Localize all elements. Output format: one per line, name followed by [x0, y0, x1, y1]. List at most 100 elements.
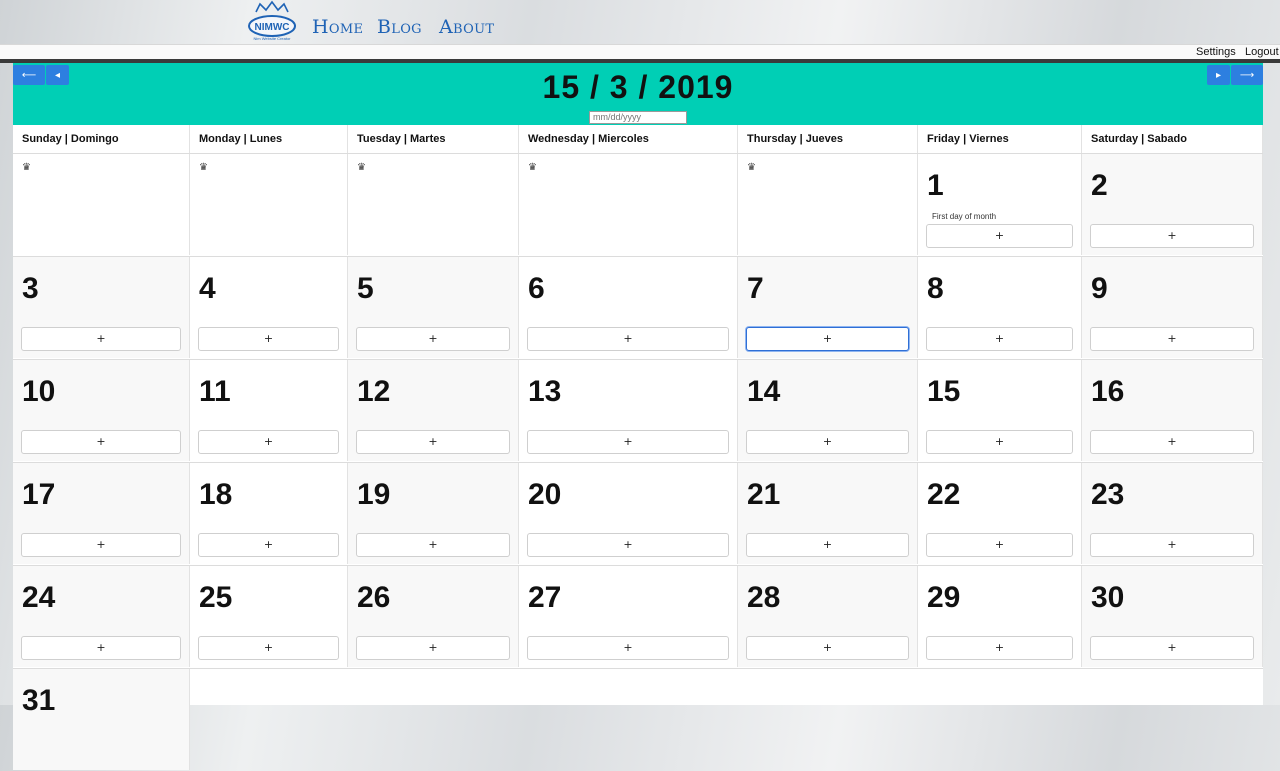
add-event-button[interactable]: + [1090, 533, 1254, 557]
next-year-button[interactable]: ⟶ [1231, 65, 1263, 85]
day-cell: 20 + [519, 463, 738, 564]
day-cell: 19 + [348, 463, 519, 564]
add-event-button[interactable]: + [1090, 430, 1254, 454]
day-number: 3 [22, 272, 39, 305]
day-number: 9 [1091, 272, 1108, 305]
nimwc-logo[interactable]: NIMWC Nim Website Creator [246, 0, 298, 42]
day-cell: 31 [13, 669, 190, 770]
week-row: ♛ ♛ ♛ ♛ ♛ 1 First day of month +2 + [13, 154, 1263, 257]
add-event-button[interactable]: + [21, 430, 181, 454]
add-event-button[interactable]: + [198, 327, 339, 351]
add-event-button[interactable]: + [1090, 636, 1254, 660]
day-number: 4 [199, 272, 216, 305]
utility-bar: Settings Logout [0, 44, 1280, 60]
weekday-label: Friday | Viernes [918, 125, 1082, 153]
weekday-label: Thursday | Jueves [738, 125, 918, 153]
day-cell: 24 + [13, 566, 190, 667]
day-cell: 12 + [348, 360, 519, 461]
day-number: 24 [22, 581, 56, 614]
day-cell: 21 + [738, 463, 918, 564]
day-number: 19 [357, 478, 391, 511]
add-event-button[interactable]: + [746, 327, 909, 351]
day-number: 21 [747, 478, 781, 511]
add-event-button[interactable]: + [926, 636, 1073, 660]
day-number: 23 [1091, 478, 1125, 511]
day-cell: 22 + [918, 463, 1082, 564]
day-number: 17 [22, 478, 56, 511]
add-event-button[interactable]: + [356, 533, 510, 557]
day-cell: 5 + [348, 257, 519, 358]
add-event-button[interactable]: + [746, 533, 909, 557]
add-event-button[interactable]: + [926, 430, 1073, 454]
day-cell: 23 + [1082, 463, 1263, 564]
crown-icon: ♛ [22, 162, 31, 173]
day-note: First day of month [932, 212, 997, 221]
day-cell: 2 + [1082, 154, 1263, 255]
nav-blog-link[interactable]: Blog [377, 16, 422, 38]
next-month-button[interactable]: ▸ [1207, 65, 1230, 85]
add-event-button[interactable]: + [356, 327, 510, 351]
add-event-button[interactable]: + [198, 533, 339, 557]
day-number: 1 [927, 169, 944, 202]
calendar: ⟵ ◂ 15 / 3 / 2019 ▸ ⟶ Sunday | DomingoMo… [13, 63, 1263, 770]
weekday-label: Saturday | Sabado [1082, 125, 1263, 153]
add-event-button[interactable]: + [527, 327, 729, 351]
weekday-label: Tuesday | Martes [348, 125, 519, 153]
empty-day-cell: ♛ [738, 154, 918, 255]
day-cell: 4 + [190, 257, 348, 358]
svg-text:NIMWC: NIMWC [255, 22, 290, 33]
add-event-button[interactable]: + [21, 533, 181, 557]
add-event-button[interactable]: + [1090, 224, 1254, 248]
settings-link[interactable]: Settings [1196, 46, 1236, 58]
day-number: 10 [22, 375, 56, 408]
weekday-label: Monday | Lunes [190, 125, 348, 153]
day-cell: 17 + [13, 463, 190, 564]
day-number: 20 [528, 478, 562, 511]
add-event-button[interactable]: + [198, 636, 339, 660]
add-event-button[interactable]: + [926, 327, 1073, 351]
empty-day-cell: ♛ [348, 154, 519, 255]
day-number: 16 [1091, 375, 1125, 408]
add-event-button[interactable]: + [527, 636, 729, 660]
day-cell: 27 + [519, 566, 738, 667]
week-row: 17 +18 +19 +20 +21 +22 + 23 + [13, 463, 1263, 566]
logout-link[interactable]: Logout [1245, 46, 1279, 58]
add-event-button[interactable]: + [198, 430, 339, 454]
week-row: 10 +11 +12 +13 +14 +15 +16 + [13, 360, 1263, 463]
day-number: 14 [747, 375, 781, 408]
add-event-button[interactable]: + [21, 327, 181, 351]
day-cell: 11 + [190, 360, 348, 461]
add-event-button[interactable]: + [746, 430, 909, 454]
add-event-button[interactable]: + [356, 636, 510, 660]
day-number: 25 [199, 581, 233, 614]
day-cell: 30 + [1082, 566, 1263, 667]
add-event-button[interactable]: + [527, 533, 729, 557]
day-cell: 10 + [13, 360, 190, 461]
add-event-button[interactable]: + [527, 430, 729, 454]
day-number: 12 [357, 375, 391, 408]
weekday-header-row: Sunday | Domingo Monday | Lunes Tuesday | … [13, 125, 1263, 154]
add-event-button[interactable]: + [926, 224, 1073, 248]
add-event-button[interactable]: + [21, 636, 181, 660]
day-cell: 14 + [738, 360, 918, 461]
calendar-title: 15 / 3 / 2019 [542, 69, 734, 105]
date-picker-input[interactable] [589, 111, 687, 124]
day-cell: 1 First day of month + [918, 154, 1082, 255]
add-event-button[interactable]: + [746, 636, 909, 660]
nav-about-link[interactable]: About [439, 16, 494, 38]
calendar-grid: ♛ ♛ ♛ ♛ ♛ 1 First day of month +2 +3 +4 +5 +6 +7 +8 +9… [13, 154, 1263, 771]
svg-text:Nim Website Creator: Nim Website Creator [253, 36, 291, 41]
add-event-button[interactable]: + [356, 430, 510, 454]
day-number: 6 [528, 272, 545, 305]
calendar-header: ⟵ ◂ 15 / 3 / 2019 ▸ ⟶ [13, 63, 1263, 125]
day-number: 18 [199, 478, 233, 511]
nav-home-link[interactable]: Home [312, 16, 363, 38]
day-cell: 15 + [918, 360, 1082, 461]
day-cell: 29 + [918, 566, 1082, 667]
add-event-button[interactable]: + [926, 533, 1073, 557]
day-number: 31 [22, 684, 56, 717]
day-cell: 26 + [348, 566, 519, 667]
add-event-button[interactable]: + [1090, 327, 1254, 351]
weekday-label: Sunday | Domingo [13, 125, 190, 153]
crown-icon: ♛ [199, 162, 208, 173]
